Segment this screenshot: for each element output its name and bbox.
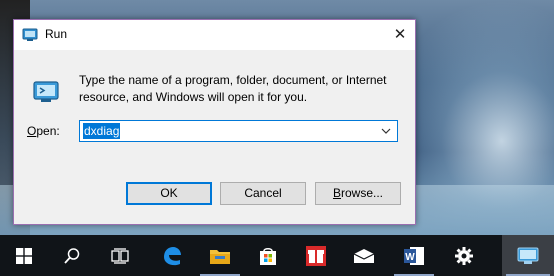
cancel-button[interactable]: Cancel <box>220 182 306 205</box>
dialog-description: Type the name of a program, folder, docu… <box>79 73 387 104</box>
taskbar-store[interactable] <box>244 235 292 276</box>
open-label: Open: <box>27 124 60 138</box>
taskbar-gift-app[interactable] <box>292 235 340 276</box>
gift-icon <box>306 245 326 266</box>
open-input-value[interactable]: dxdiag <box>83 123 121 139</box>
open-combobox[interactable]: dxdiag <box>79 120 398 142</box>
taskbar-edge[interactable] <box>148 235 196 276</box>
run-program-icon <box>31 77 61 107</box>
file-explorer-icon <box>210 249 230 264</box>
browse-button[interactable]: Browse... <box>315 182 401 205</box>
run-icon <box>22 28 38 42</box>
close-icon: ✕ <box>393 26 407 43</box>
search-button[interactable] <box>48 235 96 276</box>
task-view-icon <box>111 247 129 264</box>
ok-button[interactable]: OK <box>126 182 212 205</box>
settings-gear-icon <box>455 246 473 265</box>
dialog-title: Run <box>45 27 68 41</box>
store-icon <box>260 247 276 265</box>
task-view-button[interactable] <box>96 235 144 276</box>
search-icon <box>64 247 80 264</box>
taskbar: W <box>0 235 554 276</box>
edge-browser-icon <box>164 246 181 265</box>
close-button[interactable]: ✕ <box>385 20 415 50</box>
taskbar-run[interactable] <box>502 235 554 276</box>
taskbar-settings[interactable] <box>440 235 488 276</box>
title-bar[interactable]: Run ✕ <box>14 20 415 50</box>
run-dialog: Run ✕ Type the name of a program, folder… <box>13 19 416 225</box>
windows-start-icon <box>16 247 32 264</box>
chevron-down-icon[interactable] <box>379 124 393 138</box>
word-icon: W <box>404 246 424 265</box>
mail-icon <box>353 248 375 263</box>
taskbar-mail[interactable] <box>340 235 388 276</box>
taskbar-file-explorer[interactable] <box>196 235 244 276</box>
run-app-icon <box>517 247 539 264</box>
start-button[interactable] <box>0 235 48 276</box>
word-icon-letter: W <box>405 252 415 263</box>
taskbar-word[interactable]: W <box>390 235 438 276</box>
